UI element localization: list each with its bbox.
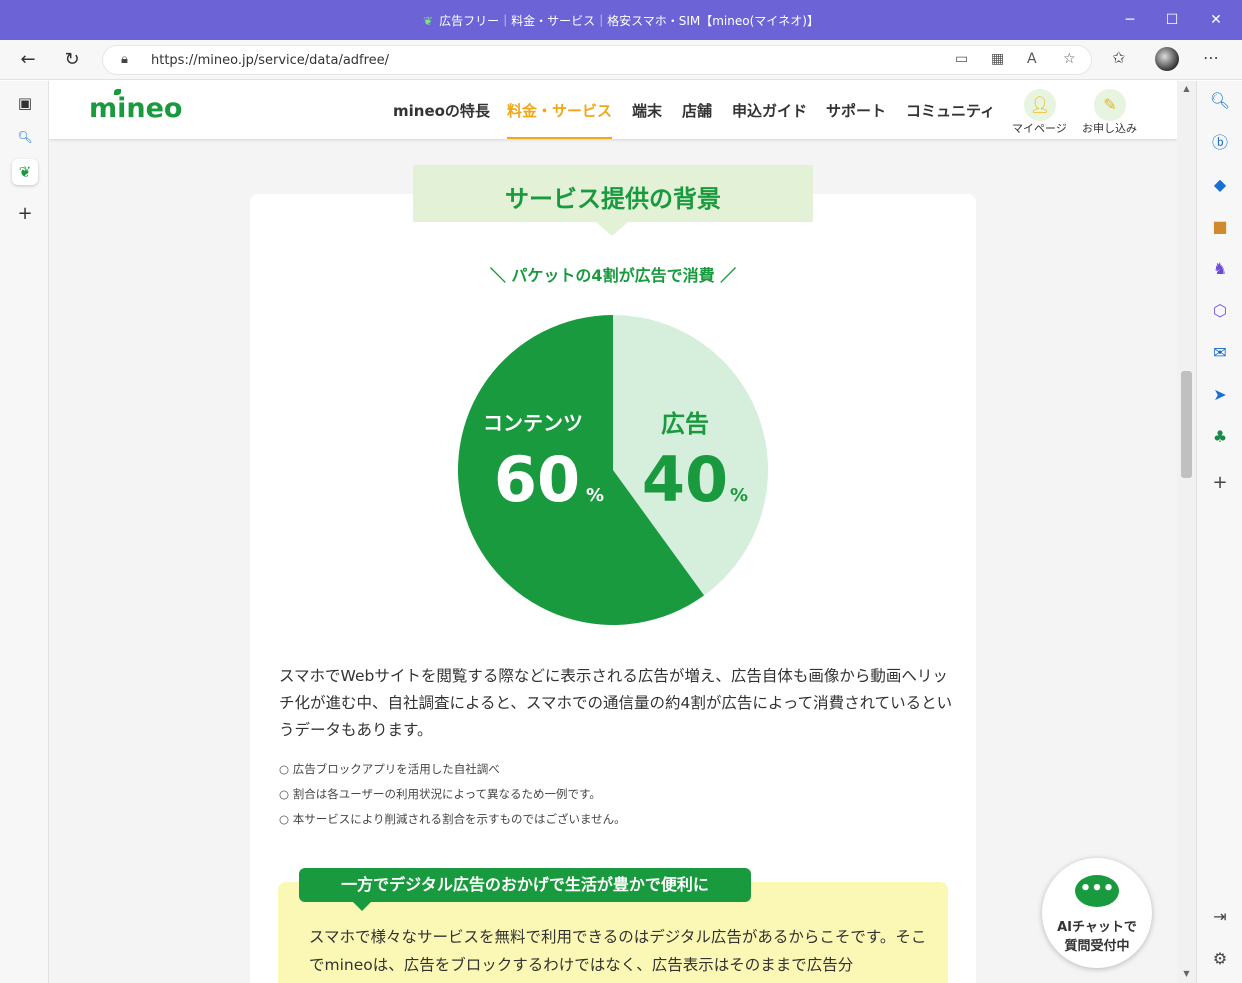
window-title: ❦ 広告フリー｜料金・サービス｜格安スマホ・SIM【mineo(マイネオ)】 — [0, 12, 1242, 29]
mineo-tab-icon[interactable]: ❦ — [12, 159, 38, 185]
nav-features[interactable]: mineoの特長 — [393, 100, 490, 121]
add-sidebar-app-icon[interactable]: + — [1207, 470, 1233, 496]
games-icon[interactable]: ♞ — [1207, 256, 1233, 282]
tab-actions-icon[interactable]: ▣ — [12, 90, 38, 116]
section-subheading: ＼ パケットの4割が広告で消費 ／ — [489, 266, 737, 285]
note-item: ○ 本サービスにより削減される割合を示すものではございません。 — [279, 812, 626, 826]
refresh-icon[interactable]: ↻ — [60, 48, 84, 72]
favorites-icon[interactable]: ✩ — [1112, 48, 1125, 67]
section-heading: サービス提供の背景 — [505, 185, 721, 213]
browser-toolbar: ← ↻ 🔒︎ https://mineo.jp/service/data/adf… — [0, 40, 1242, 80]
scroll-up-icon[interactable]: ▲ — [1177, 84, 1196, 93]
page-scrollbar[interactable]: ▲ ▼ — [1177, 81, 1196, 983]
logo-leaf-icon — [114, 89, 121, 95]
section-heading-ribbon: サービス提供の背景 — [413, 165, 813, 236]
minimize-icon[interactable]: ─ — [1120, 10, 1140, 30]
content-slice-unit: % — [586, 485, 604, 506]
qr-code-icon[interactable]: ▦ — [991, 51, 1004, 67]
url-text[interactable]: https://mineo.jp/service/data/adfree/ — [151, 53, 389, 68]
close-icon[interactable]: ✕ — [1206, 10, 1226, 30]
nav-support[interactable]: サポート — [826, 100, 886, 121]
packet-usage-pie-chart: コンテンツ 60 % 広告 40 % — [458, 315, 768, 625]
callout-text: スマホで様々なサービスを無料で利用できるのはデジタル広告があるからこそです。そこ… — [309, 928, 927, 974]
tree-icon[interactable]: ♣ — [1207, 424, 1233, 450]
chat-label-line1: AIチャットで — [1057, 920, 1137, 935]
content-slice-value: 60 — [494, 443, 580, 516]
scrollbar-thumb[interactable] — [1181, 371, 1192, 478]
scroll-down-icon[interactable]: ▼ — [1177, 969, 1196, 978]
more-menu-icon[interactable]: ⋯ — [1203, 48, 1219, 67]
ad-slice-label: 広告 — [661, 410, 709, 438]
site-header: mineo mineoの特長 料金・サービス 端末 店舗 申込ガイド サポート … — [49, 81, 1177, 139]
ad-slice-unit: % — [730, 485, 748, 506]
back-icon[interactable]: ← — [16, 48, 40, 72]
nav-apply-guide[interactable]: 申込ガイド — [732, 100, 807, 121]
mineo-favicon-icon: ❦ — [423, 14, 434, 28]
send-icon[interactable]: ➤ — [1207, 382, 1233, 408]
mineo-logo[interactable]: mineo — [89, 89, 183, 124]
address-bar[interactable]: 🔒︎ https://mineo.jp/service/data/adfree/… — [102, 45, 1092, 75]
maximize-icon[interactable]: ☐ — [1162, 10, 1182, 30]
app-available-icon[interactable]: ▭ — [955, 51, 968, 67]
hide-sidebar-icon[interactable]: ⇥ — [1207, 904, 1233, 930]
search-tab-icon[interactable]: 🔍︎ — [12, 124, 38, 150]
lock-icon: 🔒︎ — [121, 52, 128, 67]
edge-sidebar: 🔍︎ ⓑ ◆ ■ ♞ ⬡ ✉ ➤ ♣ + ⇥ ⚙ — [1196, 81, 1242, 983]
read-aloud-icon[interactable]: A — [1027, 51, 1037, 67]
nav-devices[interactable]: 端末 — [632, 100, 662, 121]
apply-icon[interactable]: ✎ — [1094, 89, 1126, 121]
nav-community[interactable]: コミュニティ — [906, 100, 995, 121]
mypage-icon[interactable]: 👤︎ — [1024, 89, 1056, 121]
nav-pricing-services[interactable]: 料金・サービス — [507, 100, 613, 139]
copilot-icon[interactable]: ⓑ — [1207, 130, 1233, 156]
logo-text: mineo — [89, 93, 183, 124]
settings-icon[interactable]: ⚙ — [1207, 946, 1233, 972]
chat-label-line2: 質問受付中 — [1064, 939, 1130, 954]
window-title-bar: ❦ 広告フリー｜料金・サービス｜格安スマホ・SIM【mineo(マイネオ)】 ─ … — [0, 0, 1242, 40]
note-item: ○ 割合は各ユーザーの利用状況によって異なるため一例です。 — [279, 787, 601, 801]
outlook-icon[interactable]: ✉ — [1207, 340, 1233, 366]
office-icon[interactable]: ⬡ — [1207, 298, 1233, 324]
ad-slice-value: 40 — [642, 443, 728, 516]
content-slice-label: コンテンツ — [483, 411, 583, 435]
shopping-tag-icon[interactable]: ◆ — [1207, 172, 1233, 198]
search-icon[interactable]: 🔍︎ — [1207, 88, 1233, 114]
chat-bubble-icon: ••• — [1075, 875, 1119, 907]
apply-label[interactable]: お申し込み — [1082, 120, 1137, 136]
ai-chat-button[interactable]: ••• AIチャットで 質問受付中 — [1042, 858, 1152, 968]
note-item: ○ 広告ブロックアプリを活用した自社調べ — [279, 762, 500, 776]
background-paragraph: スマホでWebサイトを閲覧する際などに表示される広告が増え、広告自体も画像から動… — [279, 667, 953, 739]
mypage-label[interactable]: マイページ — [1012, 120, 1067, 136]
window-title-text: 広告フリー｜料金・サービス｜格安スマホ・SIM【mineo(マイネオ)】 — [439, 14, 819, 28]
callout-tag: 一方でデジタル広告のおかげで生活が豊かで便利に — [299, 868, 751, 911]
page-viewport: mineo mineoの特長 料金・サービス 端末 店舗 申込ガイド サポート … — [49, 81, 1177, 983]
tools-icon[interactable]: ■ — [1207, 214, 1233, 240]
new-tab-icon[interactable]: + — [12, 201, 38, 227]
vertical-tabs-bar: ▣ 🔍︎ ❦ + — [0, 81, 49, 983]
nav-stores[interactable]: 店舗 — [682, 100, 712, 121]
profile-avatar[interactable] — [1155, 47, 1179, 71]
add-favorite-icon[interactable]: ☆ — [1063, 51, 1076, 67]
